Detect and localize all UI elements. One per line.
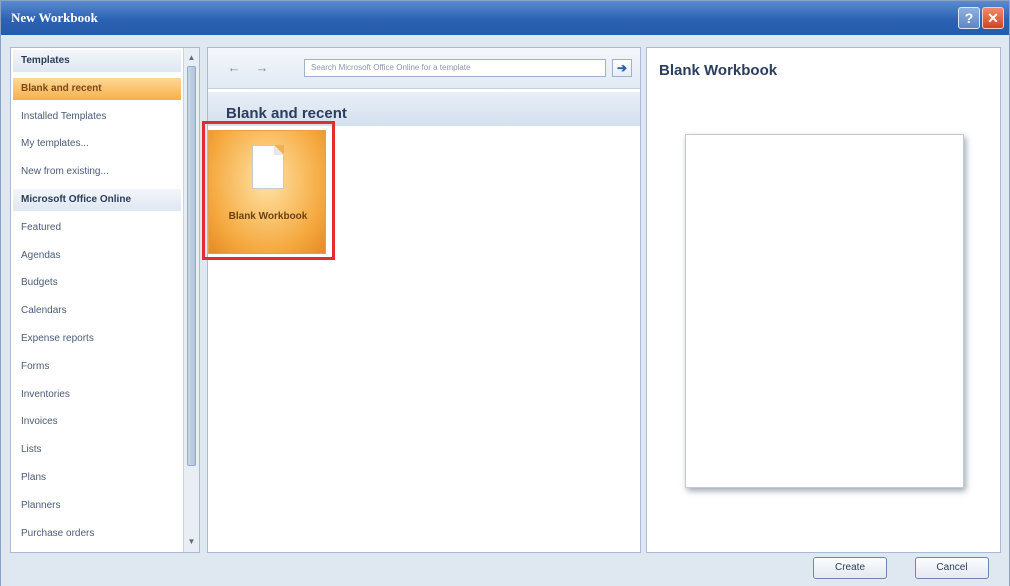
preview-panel: Blank Workbook — [646, 47, 1001, 553]
preview-title: Blank Workbook — [659, 62, 778, 79]
cancel-button[interactable]: Cancel — [915, 557, 989, 579]
section-title: Blank and recent — [226, 105, 347, 122]
sidebar-item[interactable]: Installed Templates — [13, 106, 181, 128]
sidebar-item[interactable]: Featured — [13, 217, 181, 239]
sidebar-item[interactable]: Blank and recent — [13, 77, 181, 100]
sidebar-scrollbar[interactable]: ▲ ▼ — [183, 48, 199, 552]
sidebar-item[interactable]: Invoices — [13, 411, 181, 433]
sidebar-section-header: Templates — [13, 50, 181, 72]
sidebar-item[interactable]: Expense reports — [13, 328, 181, 350]
scroll-thumb[interactable] — [187, 66, 196, 466]
sidebar-item[interactable]: Agendas — [13, 245, 181, 267]
dialog-title: New Workbook — [11, 10, 98, 25]
sidebar-item[interactable]: Forms — [13, 356, 181, 378]
back-icon[interactable]: ← — [226, 60, 242, 76]
search-go-button[interactable]: ➔ — [612, 59, 632, 77]
forward-icon[interactable]: → — [254, 60, 270, 76]
sidebar-item[interactable]: Plans — [13, 467, 181, 489]
sidebar-item[interactable]: Lists — [13, 439, 181, 461]
new-workbook-dialog: New Workbook ? ✕ Templates Blank and rece… — [0, 0, 1010, 586]
sidebar-item[interactable]: My templates... — [13, 133, 181, 155]
help-button[interactable]: ? — [958, 7, 980, 29]
scroll-down-icon[interactable]: ▼ — [186, 536, 197, 548]
close-button[interactable]: ✕ — [982, 7, 1004, 29]
create-button[interactable]: Create — [813, 557, 887, 579]
sidebar-item[interactable]: Inventories — [13, 384, 181, 406]
highlight-box — [202, 121, 335, 260]
sidebar-item[interactable]: New from existing... — [13, 161, 181, 183]
sidebar-item[interactable]: Budgets — [13, 272, 181, 294]
sidebar-item[interactable]: Calendars — [13, 300, 181, 322]
dialog-footer: Create Cancel — [1, 553, 1009, 586]
workbook-preview — [685, 134, 964, 488]
scroll-up-icon[interactable]: ▲ — [186, 52, 197, 64]
sidebar-item[interactable]: Purchase orders — [13, 523, 181, 545]
search-toolbar: ← → Search Microsoft Office Online for a… — [208, 48, 640, 89]
title-bar: New Workbook ? ✕ — [1, 1, 1009, 35]
search-input[interactable]: Search Microsoft Office Online for a tem… — [304, 59, 606, 77]
sidebar-section-header: Microsoft Office Online — [13, 189, 181, 211]
sidebar-item[interactable]: Planners — [13, 495, 181, 517]
templates-sidebar: Templates Blank and recent Installed Templ… — [10, 47, 200, 553]
